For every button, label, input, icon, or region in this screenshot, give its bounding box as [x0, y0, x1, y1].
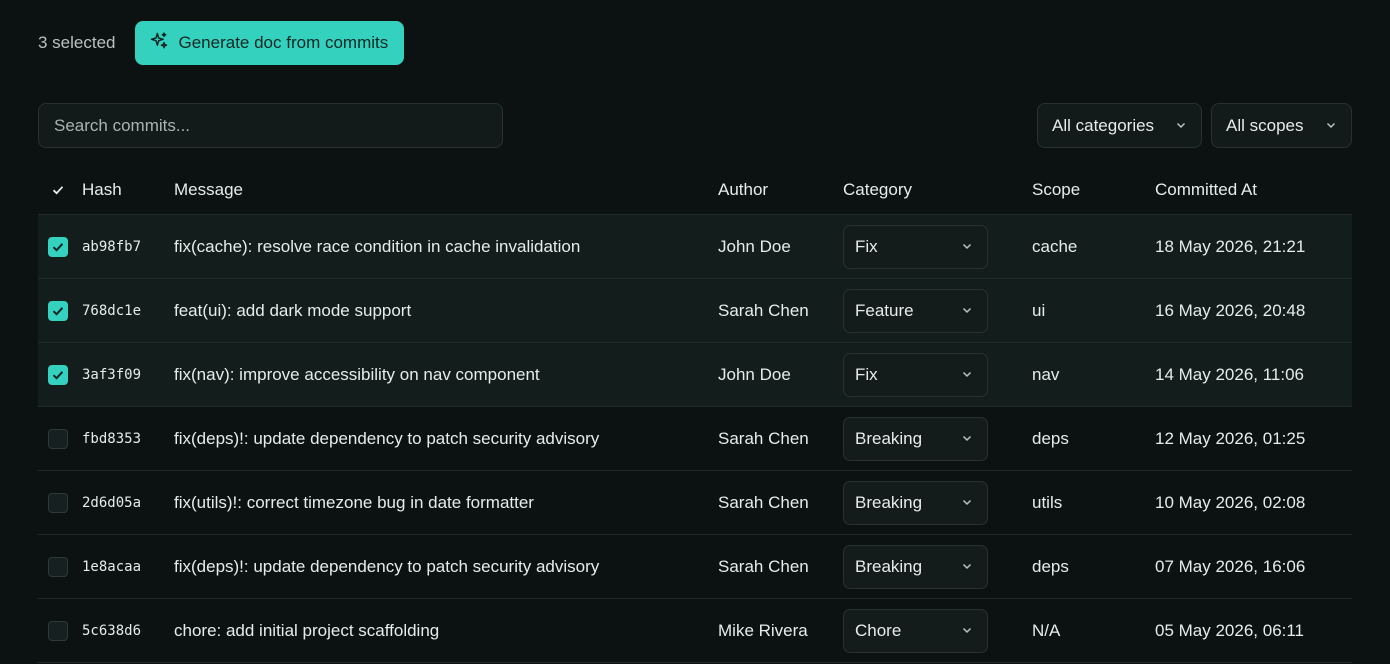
commit-message: fix(deps)!: update dependency to patch s… — [174, 556, 600, 576]
selected-count: 3 selected — [38, 33, 116, 52]
commit-hash: 2d6d05a — [82, 494, 142, 511]
chevron-down-icon — [961, 365, 973, 385]
category-select[interactable]: Chore — [843, 608, 988, 653]
generate-doc-button[interactable]: Generate doc from commits — [134, 21, 405, 65]
row-checkbox[interactable] — [48, 620, 68, 641]
commit-timestamp: 07 May 2026, 16:06 — [1155, 556, 1306, 576]
commit-hash: ab98fb7 — [82, 238, 142, 255]
table-row[interactable]: fbd8353 fix(deps)!: update dependency to … — [38, 407, 1352, 471]
category-select-value: Fix — [855, 236, 878, 256]
selection-toolbar: 3 selected Generate doc from commits — [38, 21, 405, 65]
commit-author: Sarah Chen — [718, 300, 809, 320]
chevron-down-icon — [961, 621, 973, 641]
commit-hash: 1e8acaa — [82, 558, 142, 575]
chevron-down-icon — [961, 493, 973, 513]
chevron-down-icon — [961, 429, 973, 449]
table-row[interactable]: 768dc1e feat(ui): add dark mode support Sa… — [38, 279, 1352, 343]
commit-message: fix(utils)!: correct timezone bug in dat… — [174, 492, 534, 512]
commit-message: fix(cache): resolve race condition in ca… — [174, 236, 581, 256]
row-checkbox[interactable] — [48, 428, 68, 449]
category-filter-label: All categories — [1052, 115, 1155, 135]
commit-message: fix(deps)!: update dependency to patch s… — [174, 428, 600, 448]
chevron-down-icon — [961, 557, 973, 577]
commit-scope: N/A — [1032, 620, 1061, 640]
commit-timestamp: 10 May 2026, 02:08 — [1155, 492, 1306, 512]
table-row[interactable]: ab98fb7 fix(cache): resolve race conditio… — [38, 215, 1352, 279]
commit-scope: nav — [1032, 364, 1060, 384]
sparkles-icon — [149, 31, 169, 56]
chevron-down-icon — [961, 237, 973, 257]
search-input[interactable] — [38, 103, 503, 148]
header-category[interactable]: Category — [843, 180, 1032, 200]
row-checkbox[interactable] — [48, 300, 68, 321]
row-checkbox[interactable] — [48, 364, 68, 385]
commits-table: Hash Message Author Category Scope Commi… — [38, 166, 1352, 663]
category-select-value: Chore — [855, 620, 902, 640]
category-select-value: Breaking — [855, 492, 923, 512]
commit-hash: 5c638d6 — [82, 622, 142, 639]
commit-timestamp: 05 May 2026, 06:11 — [1155, 620, 1305, 640]
table-row[interactable]: 3af3f09 fix(nav): improve accessibility o… — [38, 343, 1352, 407]
chevron-down-icon — [1325, 116, 1337, 136]
category-select-value: Breaking — [855, 428, 923, 448]
chevron-down-icon — [961, 301, 973, 321]
scope-filter[interactable]: All scopes — [1211, 103, 1352, 148]
chevron-down-icon — [1175, 116, 1187, 136]
commit-author: John Doe — [718, 236, 791, 256]
commit-scope: deps — [1032, 556, 1069, 576]
commit-author: Sarah Chen — [718, 492, 809, 512]
commit-scope: cache — [1032, 236, 1078, 256]
commit-author: Sarah Chen — [718, 556, 809, 576]
commit-timestamp: 12 May 2026, 01:25 — [1155, 428, 1306, 448]
commit-message: feat(ui): add dark mode support — [174, 300, 412, 320]
scope-filter-label: All scopes — [1226, 115, 1304, 135]
commit-timestamp: 16 May 2026, 20:48 — [1155, 300, 1306, 320]
category-filter[interactable]: All categories — [1037, 103, 1202, 148]
commit-hash: 3af3f09 — [82, 366, 142, 383]
table-header: Hash Message Author Category Scope Commi… — [38, 166, 1352, 215]
commit-author: John Doe — [718, 364, 791, 384]
category-select[interactable]: Fix — [843, 224, 988, 269]
header-message[interactable]: Message — [174, 180, 718, 200]
row-checkbox[interactable] — [48, 236, 68, 257]
category-select[interactable]: Fix — [843, 352, 988, 397]
category-select[interactable]: Breaking — [843, 480, 988, 525]
category-select-value: Feature — [855, 300, 914, 320]
category-select-value: Breaking — [855, 556, 923, 576]
table-row[interactable]: 2d6d05a fix(utils)!: correct timezone bug… — [38, 471, 1352, 535]
commit-author: Mike Rivera — [718, 620, 808, 640]
commit-scope: deps — [1032, 428, 1069, 448]
commit-hash: 768dc1e — [82, 302, 142, 319]
header-author[interactable]: Author — [718, 180, 843, 200]
commit-timestamp: 14 May 2026, 11:06 — [1155, 364, 1305, 384]
select-all-checkbox[interactable] — [48, 180, 68, 200]
row-checkbox[interactable] — [48, 556, 68, 577]
table-row[interactable]: 1e8acaa fix(deps)!: update dependency to … — [38, 535, 1352, 599]
header-hash[interactable]: Hash — [82, 180, 174, 200]
commit-message: chore: add initial project scaffolding — [174, 620, 440, 640]
category-select-value: Fix — [855, 364, 878, 384]
table-body: ab98fb7 fix(cache): resolve race conditio… — [38, 215, 1352, 663]
commit-scope: utils — [1032, 492, 1063, 512]
header-scope[interactable]: Scope — [1032, 180, 1155, 200]
header-committed-at[interactable]: Committed At — [1155, 180, 1352, 200]
commit-message: fix(nav): improve accessibility on nav c… — [174, 364, 540, 384]
category-select[interactable]: Breaking — [843, 544, 988, 589]
table-row[interactable]: 5c638d6 chore: add initial project scaffo… — [38, 599, 1352, 663]
commit-author: Sarah Chen — [718, 428, 809, 448]
row-checkbox[interactable] — [48, 492, 68, 513]
category-select[interactable]: Breaking — [843, 416, 988, 461]
commit-scope: ui — [1032, 300, 1046, 320]
commit-timestamp: 18 May 2026, 21:21 — [1155, 236, 1306, 256]
category-select[interactable]: Feature — [843, 288, 988, 333]
generate-doc-label: Generate doc from commits — [178, 33, 389, 52]
commit-hash: fbd8353 — [82, 430, 142, 447]
